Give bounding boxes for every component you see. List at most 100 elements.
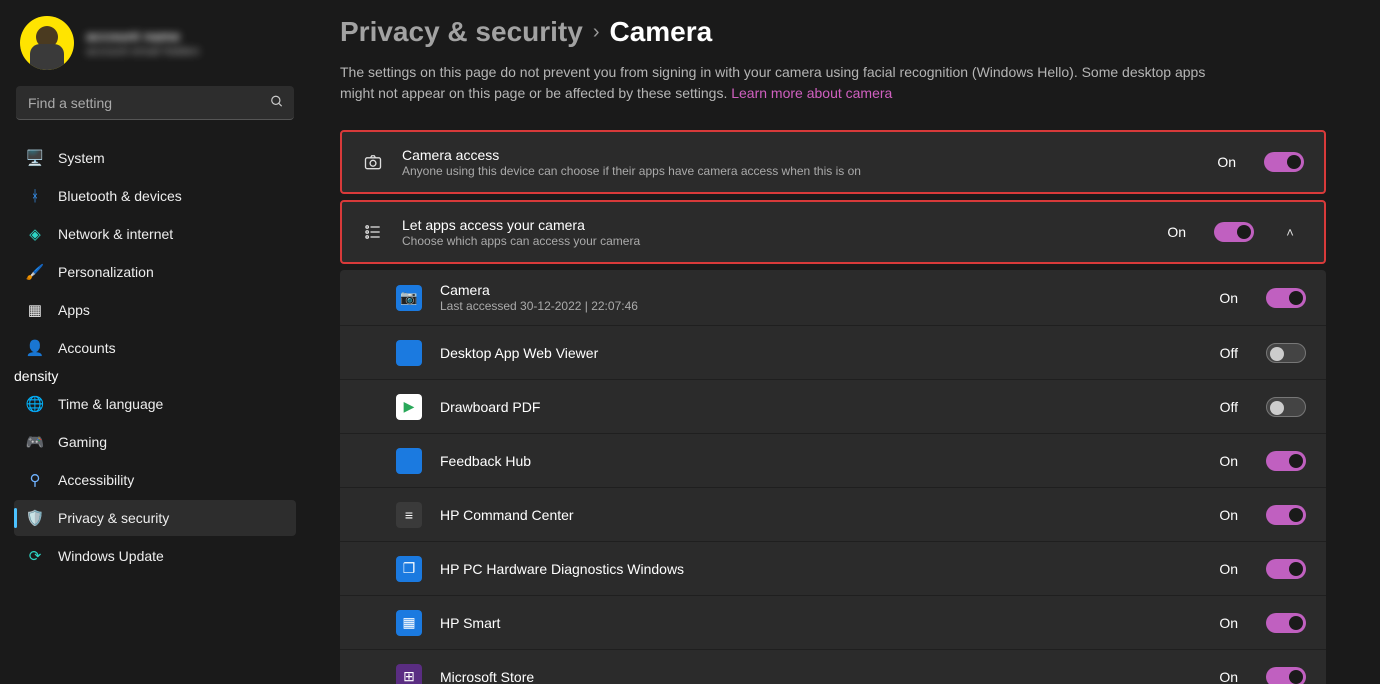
- let-apps-card: Let apps access your camera Choose which…: [340, 200, 1326, 264]
- camera-access-card: Camera access Anyone using this device c…: [340, 130, 1326, 194]
- sidebar-item-accounts[interactable]: 👤 Accounts: [14, 330, 296, 366]
- card-sub: Anyone using this device can choose if t…: [402, 164, 1199, 178]
- sidebar-item-accessibility[interactable]: ⚲ Accessibility: [14, 462, 296, 498]
- wifi-icon: ◈: [26, 225, 44, 243]
- app-text: HP PC Hardware Diagnostics Windows: [440, 561, 1201, 577]
- profile-text: account name account email hidden: [86, 28, 199, 58]
- app-text: HP Smart: [440, 615, 1201, 631]
- let-apps-toggle[interactable]: [1214, 222, 1254, 242]
- sidebar-item-label: Personalization: [58, 264, 154, 280]
- profile-block[interactable]: account name account email hidden: [14, 14, 296, 86]
- camera-access-row[interactable]: Camera access Anyone using this device c…: [342, 132, 1324, 192]
- app-icon: ⊞: [396, 664, 422, 684]
- app-text: Desktop App Web Viewer: [440, 345, 1202, 361]
- globe-icon: 🌐: [26, 395, 44, 413]
- card-text: Camera access Anyone using this device c…: [402, 147, 1199, 178]
- app-row[interactable]: ❐HP PC Hardware Diagnostics WindowsOn: [340, 542, 1326, 596]
- app-sub: Last accessed 30-12-2022 | 22:07:46: [440, 299, 1201, 313]
- toggle-state-label: On: [1219, 615, 1238, 631]
- app-name: HP Command Center: [440, 507, 1201, 523]
- chevron-right-icon: ›: [593, 21, 600, 44]
- sidebar-item-label: Accounts: [58, 340, 116, 356]
- toggle-state-label: On: [1217, 154, 1236, 170]
- toggle-state-label: Off: [1220, 345, 1238, 361]
- sidebar-item-label: System: [58, 150, 105, 166]
- app-toggle[interactable]: [1266, 288, 1306, 308]
- list-icon: [362, 221, 384, 243]
- toggle-state-label: On: [1167, 224, 1186, 240]
- app-toggle[interactable]: [1266, 343, 1306, 363]
- toggle-state-label: Off: [1220, 399, 1238, 415]
- sidebar-item-bluetooth[interactable]: ᚼ Bluetooth & devices: [14, 178, 296, 214]
- sidebar-item-label: Network & internet: [58, 226, 173, 242]
- sidebar-item-label: Privacy & security: [58, 510, 169, 526]
- page-title: Camera: [609, 16, 712, 48]
- app-name: Drawboard PDF: [440, 399, 1202, 415]
- accounts-icon: 👤: [26, 339, 44, 357]
- app-icon: [396, 340, 422, 366]
- app-row[interactable]: ▦ HP Smart On: [340, 596, 1326, 650]
- profile-email: account email hidden: [86, 44, 199, 58]
- let-apps-row[interactable]: Let apps access your camera Choose which…: [342, 202, 1324, 262]
- app-icon: [396, 448, 422, 474]
- camera-icon: [362, 151, 384, 173]
- app-text: CameraLast accessed 30-12-2022 | 22:07:4…: [440, 282, 1201, 313]
- app-text: Drawboard PDF: [440, 399, 1202, 415]
- card-sub: Choose which apps can access your camera: [402, 234, 1149, 248]
- sidebar-item-privacy[interactable]: 🛡️ Privacy & security: [14, 500, 296, 536]
- sidebar-item-label: Accessibility: [58, 472, 134, 488]
- app-row[interactable]: Desktop App Web Viewer Off: [340, 326, 1326, 380]
- card-title: Let apps access your camera: [402, 217, 1149, 233]
- toggle-state-label: On: [1219, 507, 1238, 523]
- app-name: Microsoft Store: [440, 669, 1201, 684]
- sidebar-item-label: Gaming: [58, 434, 107, 450]
- sidebar-item-time[interactable]: 🌐 Time & language: [14, 386, 296, 422]
- app-toggle[interactable]: [1266, 667, 1306, 684]
- card-title: Camera access: [402, 147, 1199, 163]
- app-icon: ▦: [396, 610, 422, 636]
- app-toggle[interactable]: [1266, 559, 1306, 579]
- search-wrap: [16, 86, 294, 120]
- app-toggle[interactable]: [1266, 505, 1306, 525]
- system-icon: 🖥️: [26, 149, 44, 167]
- shield-icon: 🛡️: [26, 509, 44, 527]
- page-description: The settings on this page do not prevent…: [340, 62, 1240, 104]
- learn-more-link[interactable]: Learn more about camera: [731, 85, 892, 101]
- app-row[interactable]: ⊞Microsoft StoreOn: [340, 650, 1326, 684]
- app-name: HP Smart: [440, 615, 1201, 631]
- app-name: Desktop App Web Viewer: [440, 345, 1202, 361]
- sidebar-item-system[interactable]: 🖥️ System: [14, 140, 296, 176]
- chevron-up-icon[interactable]: ˄: [1276, 225, 1304, 240]
- app-text: Feedback Hub: [440, 453, 1201, 469]
- app-row[interactable]: ▶Drawboard PDFOff: [340, 380, 1326, 434]
- app-row[interactable]: ≡ HP Command Center On: [340, 488, 1326, 542]
- search-input[interactable]: [16, 86, 294, 120]
- main-content: Privacy & security › Camera The settings…: [310, 0, 1380, 684]
- gaming-icon: 🎮: [26, 433, 44, 451]
- app-row[interactable]: Feedback HubOn: [340, 434, 1326, 488]
- search-icon[interactable]: [270, 95, 284, 112]
- update-icon: ⟳: [26, 547, 44, 565]
- app-row[interactable]: 📷 CameraLast accessed 30-12-2022 | 22:07:…: [340, 270, 1326, 326]
- app-toggle[interactable]: [1266, 397, 1306, 417]
- toggle-state-label: On: [1219, 561, 1238, 577]
- accessibility-icon: ⚲: [26, 471, 44, 489]
- camera-access-toggle[interactable]: [1264, 152, 1304, 172]
- sidebar-item-apps[interactable]: ▦ Apps: [14, 292, 296, 328]
- app-name: Camera: [440, 282, 1201, 298]
- breadcrumb: Privacy & security › Camera: [340, 16, 1326, 48]
- sidebar-item-personalization[interactable]: 🖌️ Personalization: [14, 254, 296, 290]
- breadcrumb-parent[interactable]: Privacy & security: [340, 16, 583, 48]
- sidebar-item-gaming[interactable]: 🎮 Gaming: [14, 424, 296, 460]
- app-toggle[interactable]: [1266, 451, 1306, 471]
- brush-icon: 🖌️: [26, 263, 44, 281]
- app-icon: ≡: [396, 502, 422, 528]
- app-name: HP PC Hardware Diagnostics Windows: [440, 561, 1201, 577]
- sidebar-item-network[interactable]: ◈ Network & internet: [14, 216, 296, 252]
- sidebar-item-update[interactable]: ⟳ Windows Update: [14, 538, 296, 574]
- avatar: [20, 16, 74, 70]
- apps-icon: ▦: [26, 301, 44, 319]
- app-icon: 📷: [396, 285, 422, 311]
- sidebar-item-label: Bluetooth & devices: [58, 188, 182, 204]
- app-toggle[interactable]: [1266, 613, 1306, 633]
